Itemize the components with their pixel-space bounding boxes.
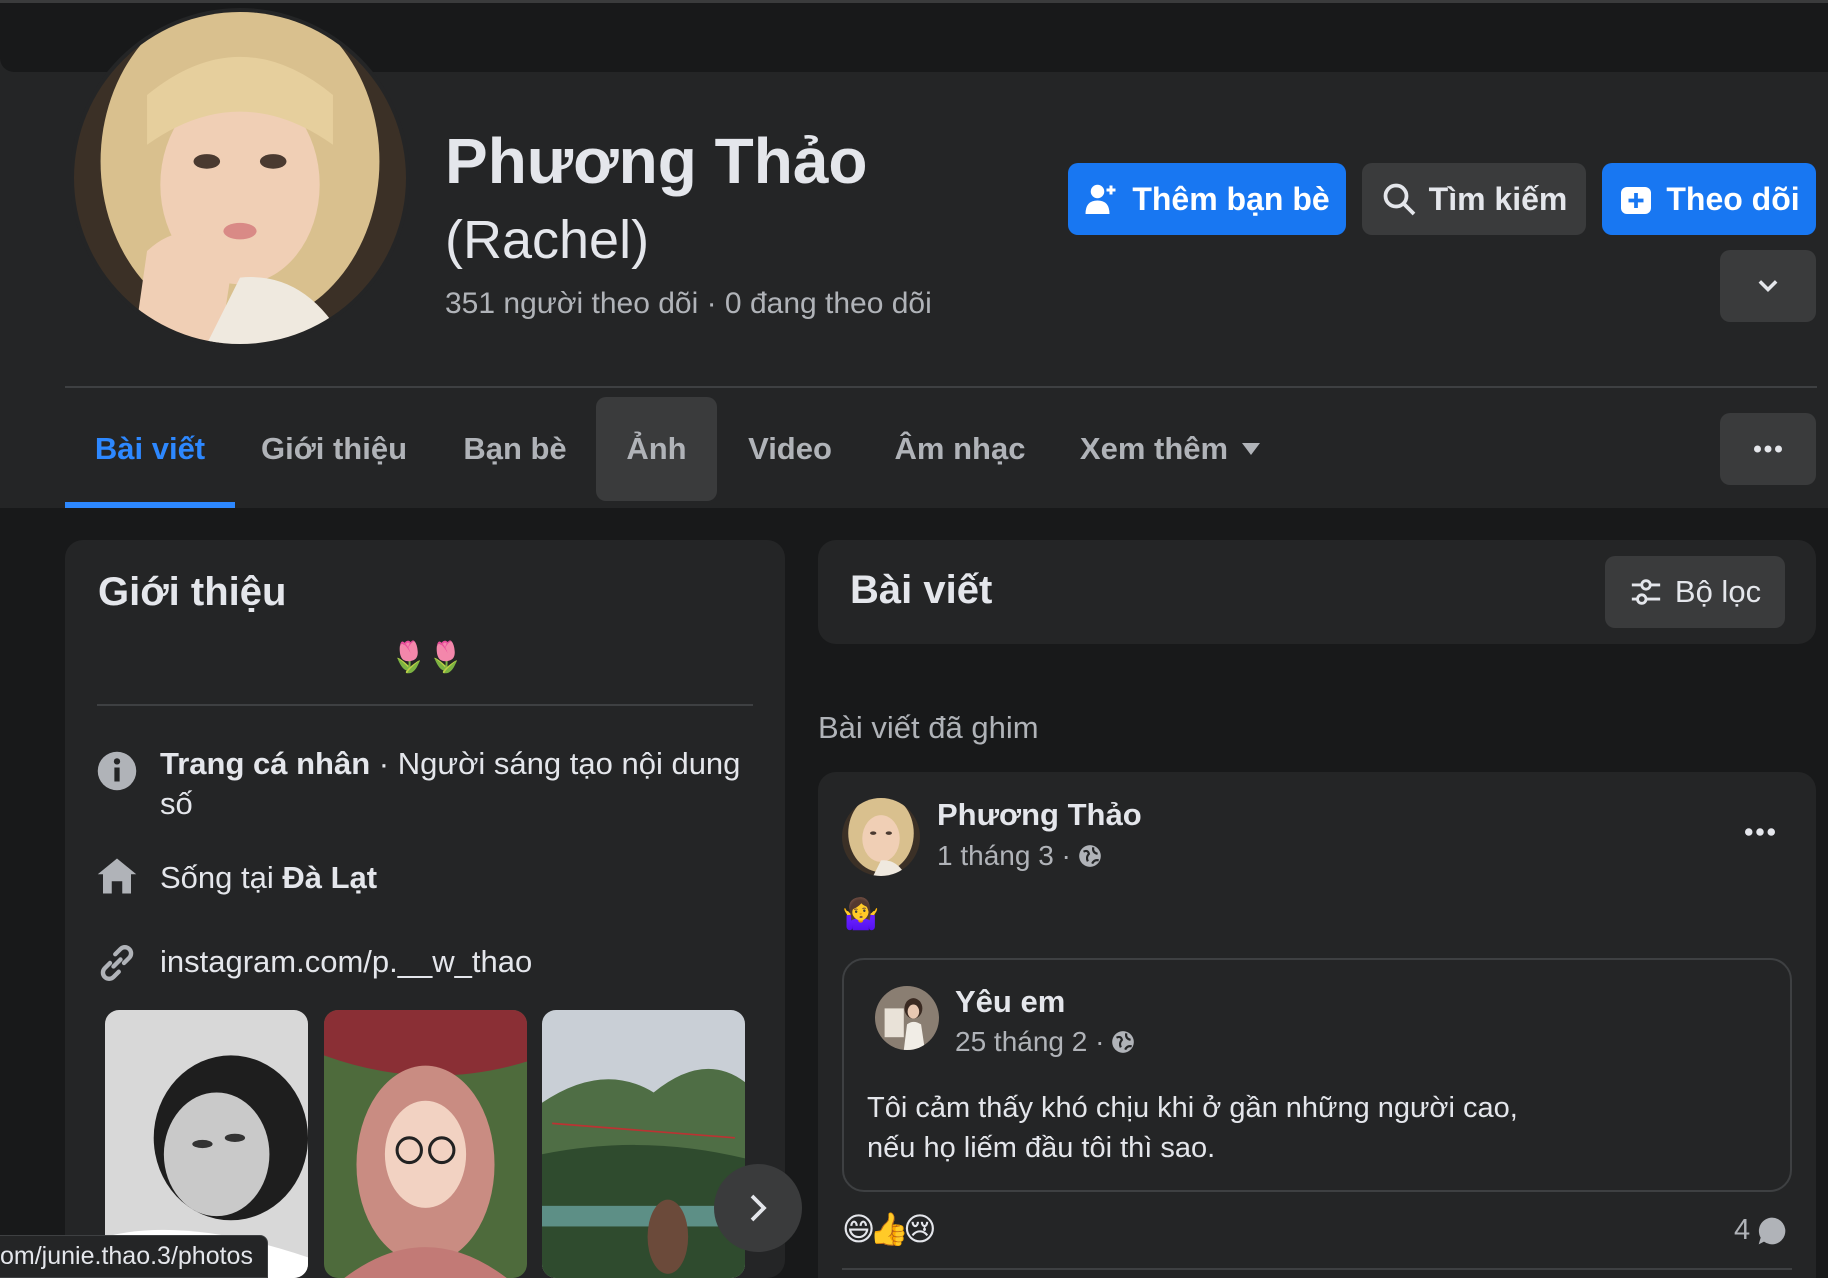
- pinned-posts-label: Bài viết đã ghim: [818, 710, 1039, 745]
- shared-author-name[interactable]: Yêu em: [955, 984, 1065, 1020]
- tab-see-more[interactable]: Xem thêm: [1070, 398, 1270, 500]
- profile-more-button[interactable]: [1720, 413, 1816, 485]
- follower-stats[interactable]: 351 người theo dõi · 0 đang theo dõi: [445, 282, 932, 326]
- status-bar-url: om/junie.thao.3/photos: [0, 1235, 268, 1278]
- tab-photos[interactable]: Ảnh: [596, 397, 717, 501]
- post-date[interactable]: 1 tháng 3 ·: [937, 840, 1071, 872]
- follow-label: Theo dõi: [1666, 180, 1800, 217]
- avatar-image: [842, 798, 920, 876]
- photo-image: [324, 1010, 527, 1278]
- post-reactions[interactable]: 😄👍😢: [842, 1210, 937, 1248]
- search-label: Tìm kiếm: [1428, 180, 1568, 217]
- tab-friends[interactable]: Bạn bè: [440, 398, 590, 500]
- post-author-avatar[interactable]: [842, 798, 920, 876]
- avatar-image: [74, 12, 406, 344]
- home-icon: [97, 858, 137, 894]
- more-options-dropdown-button[interactable]: [1720, 250, 1816, 322]
- shared-post-date[interactable]: 25 tháng 2 ·: [955, 1026, 1104, 1058]
- add-friend-button[interactable]: Thêm bạn bè: [1068, 163, 1346, 235]
- add-friend-icon: [1085, 184, 1116, 214]
- tab-see-more-label: Xem thêm: [1079, 431, 1229, 466]
- filter-icon: [1631, 579, 1661, 605]
- active-tab-indicator: [65, 502, 235, 508]
- post-emoji: 🤷‍♀️: [842, 898, 880, 931]
- post-author-name[interactable]: Phương Thảo: [937, 797, 1142, 833]
- filter-label: Bộ lọc: [1674, 574, 1762, 609]
- photo-image: [542, 1010, 745, 1278]
- intro-page-category-cont: số: [160, 786, 193, 821]
- intro-instagram-link[interactable]: instagram.com/p.__w_thao: [160, 942, 532, 982]
- tab-music[interactable]: Âm nhạc: [880, 398, 1040, 500]
- caret-down-icon: [1242, 443, 1261, 455]
- intro-page-type: Trang cá nhân · Người sáng tạo nội dung …: [160, 744, 740, 824]
- profile-alternate-name: (Rachel): [445, 210, 650, 270]
- shared-post-text-line2: nếu họ liếm đầu tôi thì sao.: [867, 1132, 1216, 1164]
- profile-avatar[interactable]: [70, 8, 410, 348]
- follow-button[interactable]: Theo dõi: [1602, 163, 1816, 235]
- post-divider: [842, 1268, 1792, 1270]
- post-options-button[interactable]: [1736, 812, 1784, 852]
- comment-count-value: 4: [1734, 1214, 1751, 1246]
- shared-post-meta: 25 tháng 2 ·: [955, 1026, 1136, 1058]
- tab-posts[interactable]: Bài viết: [65, 398, 235, 500]
- more-dots-icon: [1754, 445, 1782, 453]
- avatar-image: [875, 986, 939, 1050]
- comment-bubble-icon: [1758, 1217, 1786, 1244]
- post-meta: 1 tháng 3 ·: [937, 840, 1103, 872]
- search-button[interactable]: Tìm kiếm: [1362, 163, 1586, 235]
- search-icon: [1383, 183, 1415, 216]
- intro-lives-city[interactable]: Đà Lạt: [282, 860, 377, 895]
- comment-count[interactable]: 4: [1734, 1214, 1788, 1247]
- intro-page-category: · Người sáng tạo nội dung: [370, 746, 741, 781]
- photo-thumbnail[interactable]: [542, 1010, 745, 1278]
- tab-videos[interactable]: Video: [735, 398, 845, 500]
- globe-icon: [1112, 1031, 1135, 1053]
- link-icon: [100, 945, 134, 981]
- filter-button[interactable]: Bộ lọc: [1605, 556, 1785, 628]
- tab-about[interactable]: Giới thiệu: [245, 398, 423, 500]
- intro-lives-in: Sống tại Đà Lạt: [160, 858, 377, 898]
- photo-thumbnail[interactable]: [324, 1010, 527, 1278]
- posts-title: Bài viết: [850, 568, 993, 612]
- profile-name: Phương Thảo: [445, 125, 868, 197]
- chevron-down-icon: [1758, 280, 1778, 292]
- info-icon: [97, 751, 137, 791]
- chevron-right-icon: [750, 1194, 767, 1222]
- follow-icon: [1621, 187, 1652, 214]
- more-dots-icon: [1745, 828, 1775, 836]
- add-friend-label: Thêm bạn bè: [1132, 180, 1330, 217]
- globe-icon: [1079, 845, 1101, 867]
- intro-bio: 🌷🌷: [390, 641, 465, 674]
- shared-post-text: Tôi cảm thấy khó chịu khi ở gần những ng…: [867, 1088, 1518, 1168]
- intro-lives-prefix: Sống tại: [160, 860, 283, 895]
- intro-title: Giới thiệu: [98, 570, 287, 614]
- shared-post-text-line1: Tôi cảm thấy khó chịu khi ở gần những ng…: [867, 1092, 1518, 1124]
- photos-next-button[interactable]: [714, 1164, 802, 1252]
- intro-divider: [97, 704, 753, 706]
- intro-page-label: Trang cá nhân: [160, 746, 371, 781]
- shared-author-avatar[interactable]: [875, 986, 939, 1050]
- header-divider: [65, 386, 1817, 388]
